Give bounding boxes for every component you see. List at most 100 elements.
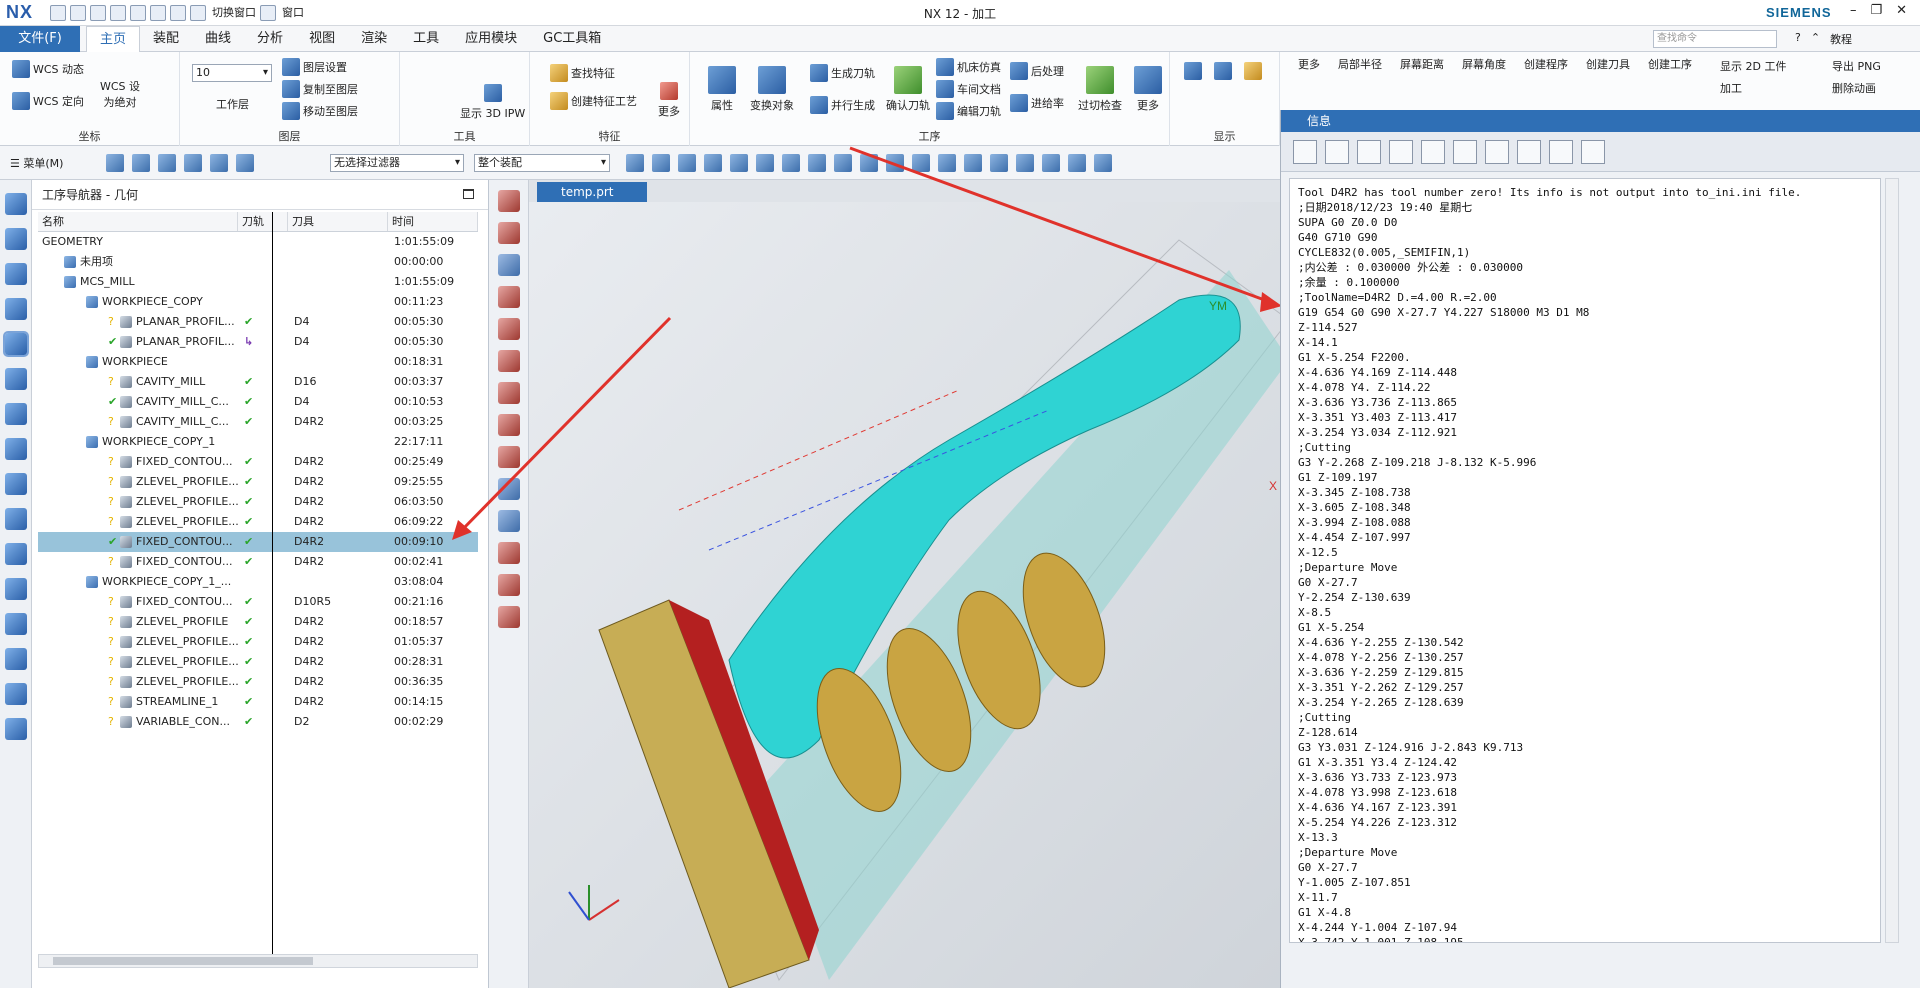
zoom-icon[interactable] bbox=[912, 154, 930, 172]
view-reset-icon[interactable] bbox=[497, 478, 520, 500]
edit-toolpath-button[interactable]: 编辑刀轨 bbox=[936, 102, 1001, 120]
view-analysis-icon[interactable] bbox=[497, 606, 520, 628]
palette-icon[interactable] bbox=[4, 648, 27, 670]
table-row[interactable]: ? FIXED_CONTOU... ✔ D4R2 00:25:49 bbox=[38, 452, 478, 472]
create-tool-button[interactable]: 创建刀具 bbox=[1586, 56, 1630, 72]
attributes-button[interactable]: 属性 bbox=[708, 66, 736, 113]
intersection-icon[interactable] bbox=[730, 154, 748, 172]
selection-filter-select[interactable]: 无选择过滤器 bbox=[330, 154, 464, 172]
program-view-icon[interactable] bbox=[106, 154, 124, 172]
table-row[interactable]: ? CAVITY_MILL ✔ D16 00:03:37 bbox=[38, 372, 478, 392]
table-row[interactable]: WORKPIECE_COPY_1_... 03:08:04 bbox=[38, 572, 478, 592]
hd3d-tools-icon[interactable] bbox=[4, 473, 27, 495]
system-materials-icon[interactable] bbox=[4, 718, 27, 740]
table-row[interactable]: ? ZLEVEL_PROFILE... ✔ D4R2 06:03:50 bbox=[38, 492, 478, 512]
quadrant-icon[interactable] bbox=[782, 154, 800, 172]
copy-to-layer-button[interactable]: 复制至图层 bbox=[282, 80, 358, 98]
feed-rate-button[interactable]: 进给率 bbox=[1010, 94, 1064, 112]
cut-icon[interactable] bbox=[1357, 140, 1381, 164]
table-row[interactable]: ? CAVITY_MILL_C... ✔ D4R2 00:03:25 bbox=[38, 412, 478, 432]
overcut-check-button[interactable]: 过切检查 bbox=[1078, 66, 1122, 113]
wcs-set-absolute-button[interactable]: WCS 设为绝对 bbox=[100, 78, 140, 110]
table-row[interactable]: ? VARIABLE_CON... ✔ D2 00:02:29 bbox=[38, 712, 478, 732]
table-row[interactable]: ? ZLEVEL_PROFILE... ✔ D4R2 00:28:31 bbox=[38, 652, 478, 672]
midpoint-icon[interactable] bbox=[678, 154, 696, 172]
shop-doc-button[interactable]: 车间文档 bbox=[936, 80, 1001, 98]
machining-button[interactable]: 加工 bbox=[1720, 80, 1742, 96]
refresh-icon[interactable] bbox=[497, 510, 520, 532]
command-search-input[interactable]: 查找命令 bbox=[1653, 30, 1777, 48]
show-2d-workpiece-button[interactable]: 显示 2D 工件 bbox=[1720, 58, 1786, 74]
binoculars-icon[interactable] bbox=[1517, 140, 1541, 164]
show-3d-ipw-button[interactable]: 显示 3D IPW bbox=[460, 84, 525, 121]
parallel-generate-button[interactable]: 并行生成 bbox=[810, 96, 875, 114]
wcs-orient-button[interactable]: WCS 定向 bbox=[12, 92, 84, 110]
table-row[interactable]: GEOMETRY 1:01:55:09 bbox=[38, 232, 478, 252]
menu-button[interactable]: ☰ 菜单(M) bbox=[10, 155, 63, 171]
layer-visibility-icon[interactable] bbox=[1068, 154, 1086, 172]
table-row[interactable]: MCS_MILL 1:01:55:09 bbox=[38, 272, 478, 292]
machining-feature-navigator-icon[interactable] bbox=[4, 403, 27, 425]
existing-point-icon[interactable] bbox=[808, 154, 826, 172]
filter-icon[interactable] bbox=[210, 154, 228, 172]
endpoint-icon[interactable] bbox=[652, 154, 670, 172]
tab-applications[interactable]: 应用模块 bbox=[452, 26, 530, 53]
assembly-scope-select[interactable]: 整个装配 bbox=[474, 154, 610, 172]
history-icon[interactable] bbox=[4, 543, 27, 565]
collapse-icon[interactable] bbox=[1581, 140, 1605, 164]
view-top-icon[interactable] bbox=[497, 222, 520, 244]
bounding-box-icon[interactable] bbox=[834, 154, 852, 172]
find-feature-button[interactable]: 查找特征 bbox=[550, 64, 615, 82]
maximize-icon[interactable] bbox=[463, 189, 474, 199]
machine-tool-navigator-icon[interactable] bbox=[4, 368, 27, 390]
copy-icon[interactable] bbox=[1389, 140, 1413, 164]
horizontal-scrollbar[interactable] bbox=[38, 954, 478, 968]
column-toolpath[interactable]: 刀轨 bbox=[238, 212, 288, 231]
table-row[interactable]: ? ZLEVEL_PROFILE ✔ D4R2 00:18:57 bbox=[38, 612, 478, 632]
table-row[interactable]: ? ZLEVEL_PROFILE... ✔ D4R2 09:25:55 bbox=[38, 472, 478, 492]
table-row[interactable]: ? FIXED_CONTOU... ✔ D10R5 00:21:16 bbox=[38, 592, 478, 612]
tab-curve[interactable]: 曲线 bbox=[192, 26, 244, 53]
fit-icon[interactable] bbox=[886, 154, 904, 172]
rotate-icon[interactable] bbox=[938, 154, 956, 172]
tutorial-button[interactable]: 教程 bbox=[1830, 31, 1852, 47]
table-row[interactable]: ? ZLEVEL_PROFILE... ✔ D4R2 01:05:37 bbox=[38, 632, 478, 652]
more-display-button[interactable]: 更多 bbox=[1298, 56, 1320, 72]
info-vertical-scrollbar[interactable] bbox=[1885, 178, 1899, 943]
print-icon[interactable] bbox=[1325, 140, 1349, 164]
layer-settings-button[interactable]: 图层设置 bbox=[282, 58, 347, 76]
wcs-dynamic-button[interactable]: WCS 动态 bbox=[12, 60, 84, 78]
view-iso-icon[interactable] bbox=[497, 286, 520, 308]
view-orient-icon[interactable] bbox=[1094, 154, 1112, 172]
table-row[interactable]: ? FIXED_CONTOU... ✔ D4R2 00:02:41 bbox=[38, 552, 478, 572]
minimize-icon[interactable]: – bbox=[1850, 3, 1857, 18]
create-program-button[interactable]: 创建程序 bbox=[1524, 56, 1568, 72]
file-menu-button[interactable]: 文件(F) bbox=[0, 26, 80, 52]
view-trimetric-icon[interactable] bbox=[497, 318, 520, 340]
confirm-toolpath-button[interactable]: 确认刀轨 bbox=[886, 66, 930, 113]
display-toggle-icon-2[interactable] bbox=[1214, 62, 1232, 80]
table-row[interactable]: WORKPIECE_COPY_1 22:17:11 bbox=[38, 432, 478, 452]
local-radius-button[interactable]: 局部半径 bbox=[1338, 56, 1382, 72]
table-row[interactable]: ? PLANAR_PROFIL... ✔ D4 00:05:30 bbox=[38, 312, 478, 332]
shaded-icon[interactable] bbox=[990, 154, 1008, 172]
view-right-icon[interactable] bbox=[497, 254, 520, 276]
tab-home[interactable]: 主页 bbox=[86, 26, 141, 53]
transform-object-button[interactable]: 变换对象 bbox=[750, 66, 794, 113]
pan-icon[interactable] bbox=[964, 154, 982, 172]
view-left-icon[interactable] bbox=[497, 350, 520, 372]
export-png-button[interactable]: 导出 PNG bbox=[1832, 58, 1881, 74]
table-row[interactable]: WORKPIECE 00:18:31 bbox=[38, 352, 478, 372]
create-feature-process-button[interactable]: 创建特征工艺 bbox=[550, 92, 637, 110]
view-bottom-icon[interactable] bbox=[497, 382, 520, 404]
close-icon[interactable]: ✕ bbox=[1896, 3, 1907, 18]
column-time[interactable]: 时间 bbox=[388, 212, 478, 231]
table-row[interactable]: ? STREAMLINE_1 ✔ D4R2 00:14:15 bbox=[38, 692, 478, 712]
help-icon[interactable]: ? bbox=[1795, 31, 1801, 47]
tab-tools[interactable]: 工具 bbox=[400, 26, 452, 53]
clock-icon[interactable] bbox=[4, 613, 27, 635]
more-process-button[interactable]: 更多 bbox=[1134, 66, 1162, 113]
table-row[interactable]: 未用项 00:00:00 bbox=[38, 252, 478, 272]
paste-icon[interactable] bbox=[1421, 140, 1445, 164]
assembly-navigator-icon[interactable] bbox=[4, 263, 27, 285]
